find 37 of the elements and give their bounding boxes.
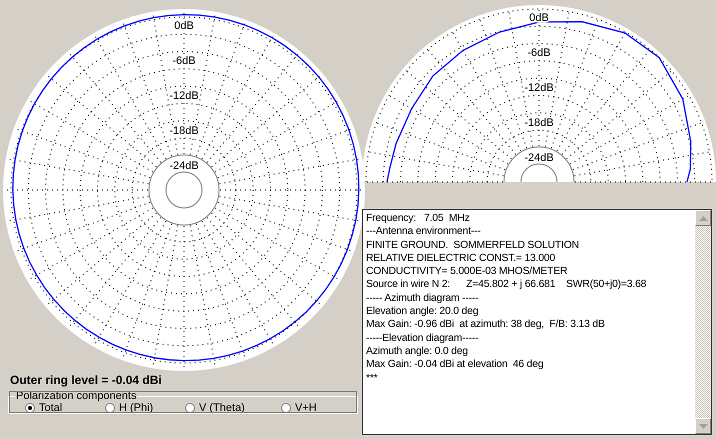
- outer-ring-level: Outer ring level = -0.04 dBi: [10, 372, 163, 388]
- scroll-down-icon[interactable]: [695, 418, 711, 434]
- polarization-radio[interactable]: Total: [15, 402, 95, 414]
- ring-label: -6dB: [527, 47, 551, 59]
- scrollbar[interactable]: [695, 210, 711, 434]
- results-line: Elevation angle: 20.0 deg: [366, 305, 480, 318]
- results-line: Azimuth angle: 0.0 deg: [366, 344, 469, 358]
- ring-label: -12dB: [524, 82, 554, 94]
- polarization-radio[interactable]: V+H: [271, 402, 351, 414]
- results-line: -----Elevation diagram-----: [366, 332, 480, 345]
- results-line: Max Gain: -0.04 dBi at elevation 46 deg: [366, 358, 544, 372]
- ring-label: 0dB: [529, 12, 549, 24]
- ring-label: -24dB: [524, 152, 554, 164]
- results-line: CONDUCTIVITY= 5.000E-03 MHOS/METER: [366, 265, 568, 278]
- results-line: ---Antenna environment---: [366, 225, 482, 239]
- radio-circle-icon[interactable]: [105, 403, 115, 413]
- results-line: ----- Azimuth diagram -----: [366, 292, 480, 306]
- ring-label: -18dB: [169, 125, 199, 137]
- scroll-up-icon[interactable]: [695, 210, 711, 226]
- results-line: RELATIVE DIELECTRIC CONST.= 13.000: [366, 252, 556, 266]
- results-line: ***: [366, 372, 379, 385]
- results-line: FINITE GROUND. SOMMERFELD SOLUTION: [366, 238, 580, 252]
- ring-label: 0dB: [174, 20, 194, 32]
- radio-circle-icon[interactable]: [25, 403, 35, 413]
- results-line: Source in wire N 2: Z=45.802 + j 66.681 SWR(50+j0)=3.68: [366, 278, 648, 292]
- ring-label: -6dB: [172, 55, 196, 67]
- ring-label: -12dB: [169, 90, 199, 102]
- ring-label: -24dB: [169, 160, 199, 172]
- results-text-area[interactable]: [362, 209, 712, 435]
- group-title: Polarization components: [15, 390, 138, 402]
- results-line: Max Gain: -0.96 dBi at azimuth: 38 deg, F/B: 3.13 dB: [366, 318, 606, 332]
- radio-circle-icon[interactable]: [281, 403, 291, 413]
- polarization-radio[interactable]: V (Theta): [175, 402, 271, 414]
- ring-label: -18dB: [524, 117, 554, 129]
- results-line: Frequency: 7.05 MHz: [366, 212, 471, 226]
- radio-circle-icon[interactable]: [185, 403, 195, 413]
- polarization-radio[interactable]: H (Phi): [95, 402, 175, 414]
